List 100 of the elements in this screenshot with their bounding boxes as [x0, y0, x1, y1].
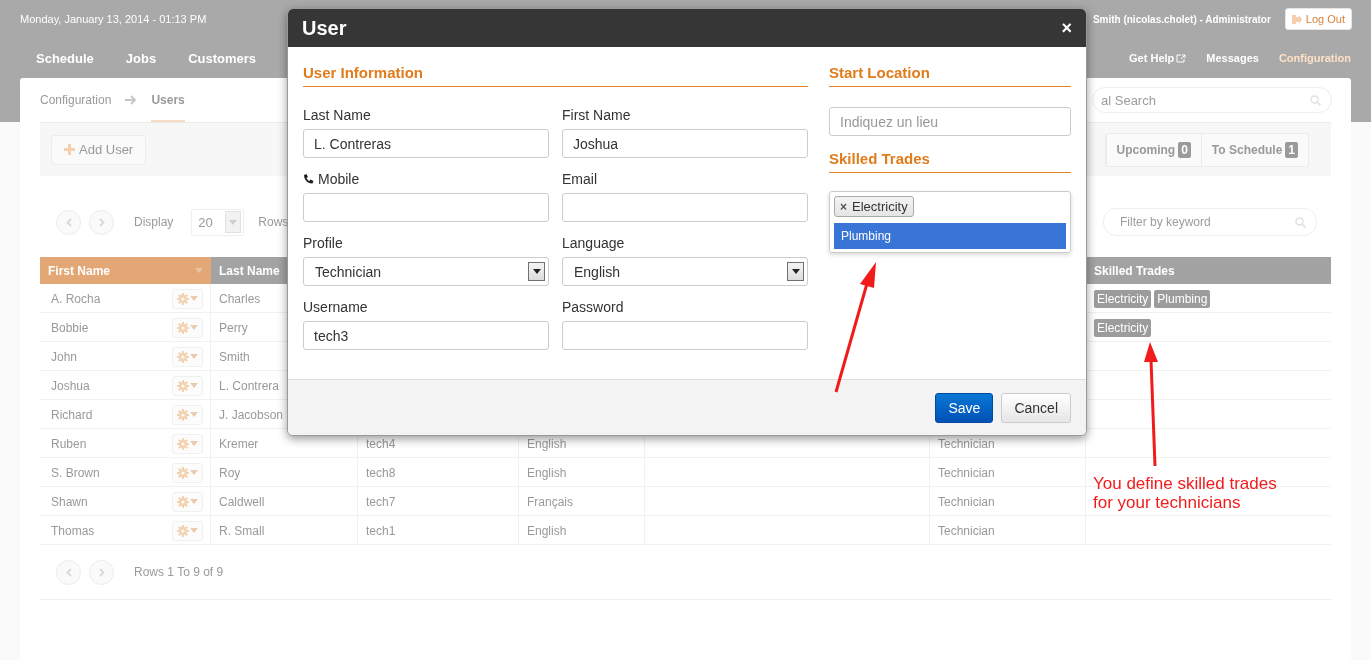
- field-label: Username: [303, 299, 369, 315]
- trades-multiselect[interactable]: × Electricity Plumbing: [829, 191, 1071, 253]
- row-actions-button[interactable]: [172, 288, 203, 309]
- filter-tab[interactable]: To Schedule 1: [1200, 133, 1308, 166]
- row-actions-button[interactable]: [172, 375, 203, 396]
- dropdown-arrow-icon: [190, 296, 198, 301]
- field-label: Mobile: [303, 171, 549, 187]
- table-cell: Technician: [938, 494, 995, 509]
- table-cell: Shawn: [51, 494, 88, 509]
- table-cell: Bobbie: [51, 320, 89, 335]
- table-cell: Ruben: [51, 436, 87, 451]
- dropdown-arrow-icon: [791, 269, 800, 274]
- table-cell: Richard: [51, 407, 93, 422]
- input-field[interactable]: [562, 193, 808, 222]
- table-cell: English: [527, 523, 567, 538]
- table-cell: Smith: [219, 349, 250, 364]
- table-cell: English: [527, 465, 567, 480]
- search-icon: [1310, 94, 1321, 106]
- gear-icon: [177, 379, 189, 392]
- field-label: Email: [562, 171, 598, 187]
- dropdown-arrow-icon: [190, 499, 198, 504]
- dropdown-arrow-icon: [532, 269, 541, 274]
- row-actions-button[interactable]: [172, 433, 203, 454]
- next-button[interactable]: [89, 209, 114, 235]
- column-header[interactable]: First Name: [40, 257, 211, 284]
- previous-button[interactable]: [56, 559, 81, 585]
- input-field[interactable]: [562, 321, 808, 350]
- section-heading: User Information: [303, 64, 808, 87]
- remove-button[interactable]: ×: [840, 199, 847, 214]
- dialog-title: User: [302, 16, 347, 40]
- dropdown-arrow-icon: [195, 268, 203, 273]
- table-cell: Technician: [938, 436, 995, 451]
- add-user-button[interactable]: Add User: [51, 134, 147, 165]
- dropdown-arrow-icon: [190, 325, 198, 330]
- column-header[interactable]: Skilled Trades: [1086, 257, 1331, 284]
- row-actions-button[interactable]: [172, 520, 203, 541]
- page-size-select[interactable]: 20: [191, 208, 245, 236]
- table-cell: A. Rocha: [51, 291, 101, 306]
- row-actions-button[interactable]: [172, 346, 203, 367]
- rows-label: Rows: [258, 215, 289, 229]
- input-field[interactable]: tech3: [303, 321, 549, 350]
- input-field[interactable]: L. Contreras: [303, 129, 549, 158]
- filter-tab[interactable]: Upcoming 0: [1105, 133, 1201, 166]
- location-field[interactable]: Indiquez un lieu: [829, 107, 1071, 136]
- select-field[interactable]: Technician: [303, 257, 549, 286]
- close-button[interactable]: ×: [1061, 17, 1072, 39]
- chevron-right-icon: [98, 567, 105, 577]
- table-cell: tech8: [366, 465, 396, 480]
- row-actions-button[interactable]: [172, 491, 203, 512]
- annotation-text: You define skilled trades for your technicians: [1093, 474, 1277, 512]
- select-field[interactable]: English: [562, 257, 808, 286]
- field-label: Profile: [303, 235, 344, 251]
- save-button[interactable]: Save: [935, 392, 994, 423]
- row-actions-button[interactable]: [172, 404, 203, 425]
- previous-button[interactable]: [56, 209, 81, 235]
- input-field[interactable]: [303, 193, 549, 222]
- logout-button[interactable]: Log Out: [1284, 8, 1352, 30]
- chevron-right-icon: [98, 217, 105, 227]
- table-cell: tech1: [366, 523, 396, 538]
- section-heading: Start Location: [829, 64, 1071, 87]
- cancel-button[interactable]: Cancel: [1001, 392, 1071, 423]
- dropdown-arrow-icon: [190, 528, 198, 533]
- input-field[interactable]: Joshua: [562, 129, 808, 158]
- nav-link[interactable]: Get Help: [1129, 52, 1187, 64]
- table-cell: Technician: [938, 523, 995, 538]
- chevron-left-icon: [65, 217, 72, 227]
- breadcrumb-link[interactable]: Configuration: [40, 78, 112, 122]
- row-actions-button[interactable]: [172, 317, 203, 338]
- nav-link[interactable]: Schedule: [36, 50, 94, 66]
- table-cell: Joshua: [51, 378, 90, 393]
- nav-link[interactable]: Customers: [188, 50, 257, 66]
- phone-icon: [303, 173, 314, 185]
- table-cell: R. Small: [219, 523, 265, 538]
- dropdown-arrow-icon: [229, 219, 238, 225]
- row-actions-button[interactable]: [172, 462, 203, 483]
- nav-link[interactable]: Jobs: [125, 50, 157, 66]
- plus-icon: [64, 144, 75, 155]
- trade-tag: Electricity: [1094, 289, 1152, 308]
- dropdown-option[interactable]: Plumbing: [834, 223, 1066, 249]
- selected-tag: × Electricity: [834, 196, 914, 217]
- next-button[interactable]: [89, 559, 114, 585]
- count-badge: 1: [1285, 141, 1298, 158]
- gear-icon: [177, 495, 189, 508]
- nav-link[interactable]: Messages: [1206, 52, 1259, 64]
- dropdown-arrow-icon: [190, 354, 198, 359]
- field-label: Password: [562, 299, 625, 315]
- table-cell: Perry: [219, 320, 248, 335]
- date-time: Monday, January 13, 2014 - 01:13 PM: [20, 13, 207, 25]
- table-cell: S. Brown: [51, 465, 100, 480]
- user-name: Smith (nicolas.cholet) - Administrator: [1092, 13, 1271, 25]
- gear-icon: [177, 321, 189, 334]
- dropdown-arrow-icon: [190, 441, 198, 446]
- logout-icon: [1291, 14, 1302, 24]
- nav-link[interactable]: Configuration: [1278, 52, 1351, 64]
- table-cell: Roy: [219, 465, 241, 480]
- table-cell: Kremer: [219, 436, 259, 451]
- filter-field[interactable]: Filter by keyword: [1103, 208, 1317, 236]
- gear-icon: [177, 524, 189, 537]
- table-cell: Français: [527, 494, 573, 509]
- table-cell: Thomas: [51, 523, 95, 538]
